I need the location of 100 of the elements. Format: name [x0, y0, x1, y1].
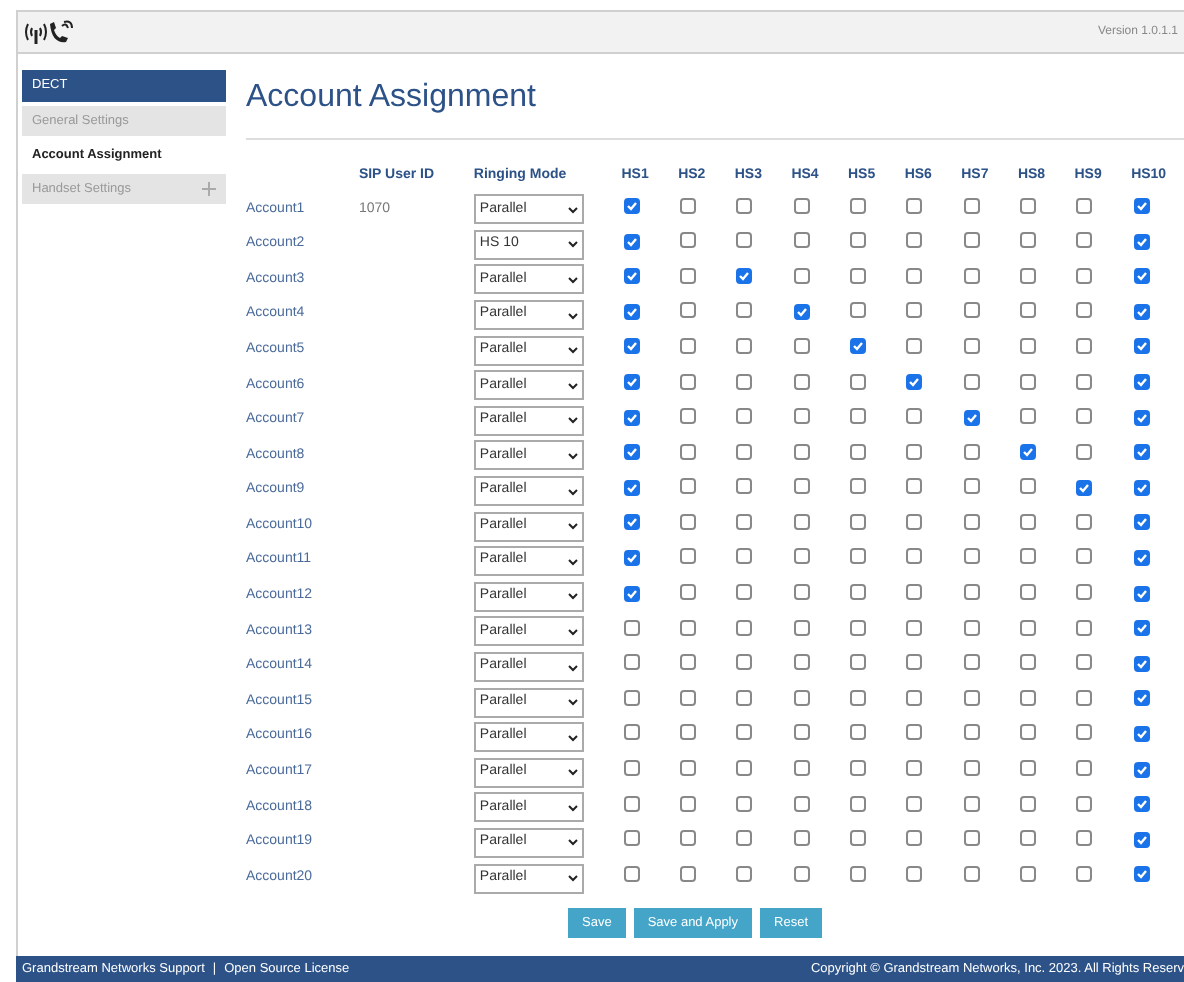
checkbox[interactable] — [680, 478, 697, 495]
checkbox[interactable] — [906, 830, 923, 847]
checkbox[interactable] — [1076, 619, 1093, 636]
checkbox[interactable] — [1019, 795, 1036, 812]
checkbox[interactable] — [793, 478, 810, 495]
checkbox[interactable] — [793, 689, 810, 706]
checkbox[interactable] — [623, 268, 640, 285]
checkbox[interactable] — [1019, 197, 1036, 214]
checkbox[interactable] — [1133, 690, 1150, 707]
checkbox[interactable] — [736, 795, 753, 812]
checkbox[interactable] — [850, 443, 866, 460]
checkbox[interactable] — [623, 585, 640, 602]
checkbox[interactable] — [1133, 831, 1150, 848]
checkbox[interactable] — [1133, 549, 1150, 566]
checkbox[interactable] — [850, 197, 866, 214]
checkbox[interactable] — [1076, 584, 1093, 601]
checkbox[interactable] — [793, 830, 810, 847]
checkbox[interactable] — [906, 584, 923, 601]
checkbox[interactable] — [736, 197, 753, 214]
checkbox[interactable] — [793, 443, 810, 460]
checkbox[interactable] — [906, 443, 923, 460]
checkbox[interactable] — [906, 302, 923, 319]
checkbox[interactable] — [736, 724, 753, 741]
checkbox[interactable] — [1076, 654, 1093, 671]
checkbox[interactable] — [906, 619, 923, 636]
checkbox[interactable] — [906, 267, 923, 284]
checkbox[interactable] — [793, 232, 810, 249]
checkbox[interactable] — [623, 619, 640, 636]
checkbox[interactable] — [1076, 373, 1093, 390]
checkbox[interactable] — [736, 337, 753, 354]
checkbox[interactable] — [736, 373, 753, 390]
checkbox[interactable] — [906, 760, 923, 777]
checkbox[interactable] — [1019, 232, 1036, 249]
checkbox[interactable] — [1076, 267, 1093, 284]
checkbox[interactable] — [1076, 479, 1093, 496]
checkbox[interactable] — [680, 408, 697, 425]
checkbox[interactable] — [736, 619, 753, 636]
checkbox[interactable] — [736, 584, 753, 601]
checkbox[interactable] — [963, 443, 980, 460]
checkbox[interactable] — [1133, 198, 1150, 215]
checkbox[interactable] — [850, 865, 866, 882]
checkbox[interactable] — [850, 338, 866, 355]
checkbox[interactable] — [906, 865, 923, 882]
checkbox[interactable] — [1133, 374, 1150, 391]
checkbox[interactable] — [850, 619, 866, 636]
checkbox[interactable] — [850, 584, 866, 601]
checkbox[interactable] — [1019, 830, 1036, 847]
checkbox[interactable] — [736, 268, 753, 285]
checkbox[interactable] — [850, 232, 866, 249]
checkbox[interactable] — [623, 865, 640, 882]
checkbox[interactable] — [736, 302, 753, 319]
checkbox[interactable] — [793, 619, 810, 636]
checkbox[interactable] — [1019, 865, 1036, 882]
checkbox[interactable] — [963, 337, 980, 354]
checkbox[interactable] — [680, 760, 697, 777]
checkbox[interactable] — [793, 760, 810, 777]
checkbox[interactable] — [963, 197, 980, 214]
checkbox[interactable] — [680, 232, 697, 249]
checkbox[interactable] — [623, 444, 640, 461]
checkbox[interactable] — [850, 373, 866, 390]
checkbox[interactable] — [1019, 267, 1036, 284]
checkbox[interactable] — [793, 584, 810, 601]
checkbox[interactable] — [963, 795, 980, 812]
checkbox[interactable] — [1076, 548, 1093, 565]
checkbox[interactable] — [1133, 338, 1150, 355]
checkbox[interactable] — [623, 549, 640, 566]
checkbox[interactable] — [736, 548, 753, 565]
checkbox[interactable] — [1019, 513, 1036, 530]
checkbox[interactable] — [736, 760, 753, 777]
checkbox[interactable] — [1019, 689, 1036, 706]
checkbox[interactable] — [623, 760, 640, 777]
checkbox[interactable] — [963, 654, 980, 671]
checkbox[interactable] — [906, 795, 923, 812]
checkbox[interactable] — [963, 619, 980, 636]
checkbox[interactable] — [1076, 337, 1093, 354]
checkbox[interactable] — [793, 724, 810, 741]
checkbox[interactable] — [1133, 620, 1150, 637]
checkbox[interactable] — [1019, 444, 1036, 461]
checkbox[interactable] — [623, 689, 640, 706]
checkbox[interactable] — [680, 584, 697, 601]
checkbox[interactable] — [1133, 514, 1150, 531]
checkbox[interactable] — [963, 830, 980, 847]
checkbox[interactable] — [1076, 795, 1093, 812]
checkbox[interactable] — [793, 548, 810, 565]
checkbox[interactable] — [850, 548, 866, 565]
checkbox[interactable] — [623, 795, 640, 812]
checkbox[interactable] — [680, 267, 697, 284]
checkbox[interactable] — [1076, 689, 1093, 706]
checkbox[interactable] — [1133, 444, 1150, 461]
checkbox[interactable] — [963, 548, 980, 565]
checkbox[interactable] — [1019, 619, 1036, 636]
checkbox[interactable] — [680, 724, 697, 741]
checkbox[interactable] — [1076, 865, 1093, 882]
checkbox[interactable] — [623, 830, 640, 847]
checkbox[interactable] — [1019, 760, 1036, 777]
checkbox[interactable] — [850, 408, 866, 425]
checkbox[interactable] — [793, 654, 810, 671]
checkbox[interactable] — [1019, 337, 1036, 354]
checkbox[interactable] — [623, 654, 640, 671]
checkbox[interactable] — [680, 830, 697, 847]
